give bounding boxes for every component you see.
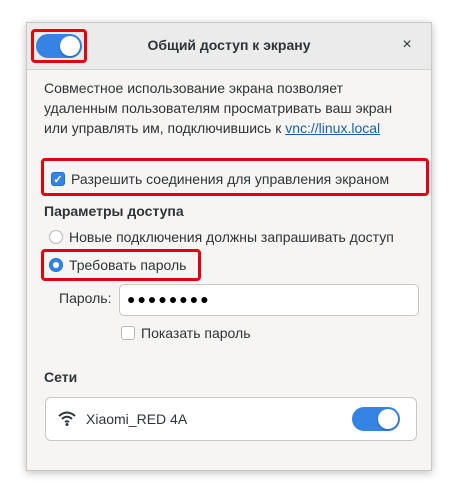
radio-ask-access-label: Новые подключения должны запрашивать дос… xyxy=(69,229,394,245)
network-toggle[interactable] xyxy=(352,407,400,431)
close-icon: × xyxy=(402,36,412,53)
show-password-row[interactable]: Показать пароль xyxy=(121,325,251,341)
titlebar: Общий доступ к экрану × xyxy=(27,23,431,70)
password-field[interactable]: ●●●●●●●● xyxy=(119,284,419,316)
network-name: Xiaomi_RED 4A xyxy=(86,411,188,427)
highlight-require-password xyxy=(41,249,201,281)
show-password-checkbox[interactable] xyxy=(121,326,135,340)
password-label: Пароль: xyxy=(59,290,112,306)
radio-ask-access-button[interactable] xyxy=(49,230,63,244)
access-heading: Параметры доступа xyxy=(44,203,184,219)
network-toggle-switch[interactable] xyxy=(352,407,400,431)
window-title: Общий доступ к экрану xyxy=(147,37,311,53)
network-list: Xiaomi_RED 4A xyxy=(45,397,417,441)
networks-heading: Сети xyxy=(44,369,78,385)
description: Совместное использование экрана позволяе… xyxy=(44,78,416,138)
wifi-icon xyxy=(58,411,76,426)
vnc-link[interactable]: vnc://linux.local xyxy=(285,120,380,136)
highlight-remote-control xyxy=(41,158,429,196)
show-password-label: Показать пароль xyxy=(141,325,251,341)
radio-ask-access[interactable]: Новые подключения должны запрашивать дос… xyxy=(49,229,394,245)
close-button[interactable]: × xyxy=(397,35,417,55)
toggle-knob xyxy=(378,409,398,429)
screen-sharing-dialog: Общий доступ к экрану × Совместное испол… xyxy=(26,22,432,471)
